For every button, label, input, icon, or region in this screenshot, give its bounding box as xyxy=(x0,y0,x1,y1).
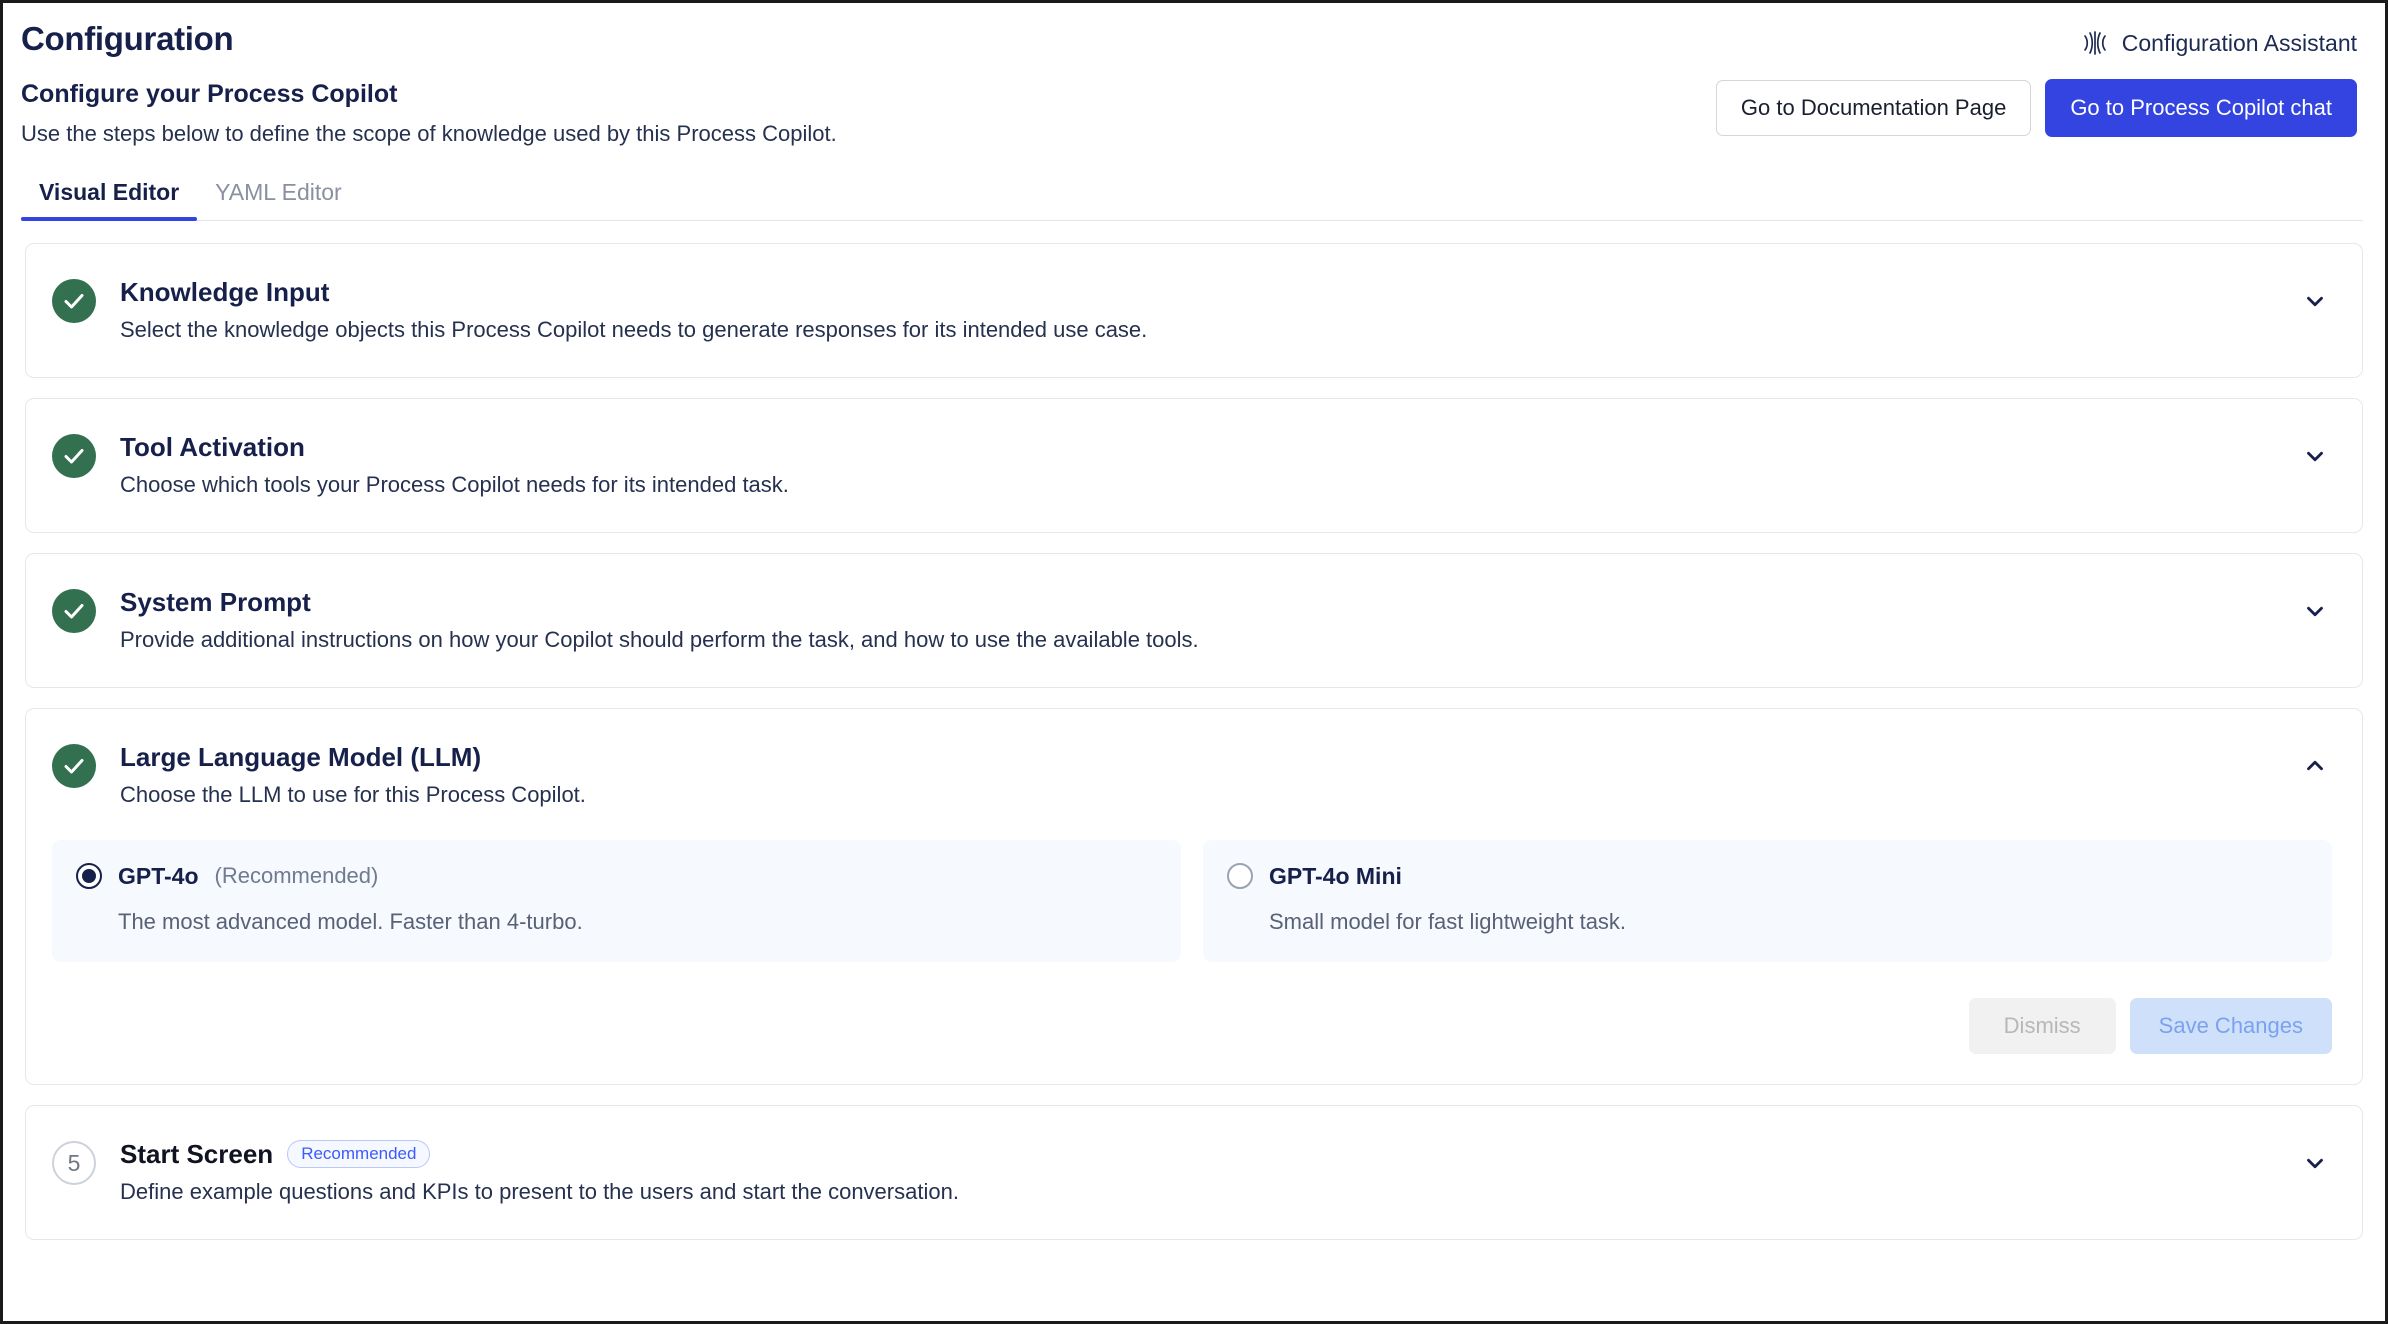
sub-header-title: Configure your Process Copilot xyxy=(21,80,398,108)
model-options: GPT-4o (Recommended) The most advanced m… xyxy=(52,840,2332,962)
radio-icon-gpt4o[interactable] xyxy=(76,863,102,889)
radio-icon-gpt4o-mini[interactable] xyxy=(1227,863,1253,889)
step-card-start-screen[interactable]: 5 Start Screen Recommended Define exampl… xyxy=(25,1105,2363,1240)
save-changes-button[interactable]: Save Changes xyxy=(2129,998,2332,1054)
step-header[interactable]: Knowledge Input Select the knowledge obj… xyxy=(26,244,2362,377)
tab-yaml-editor[interactable]: YAML Editor xyxy=(197,178,360,220)
step-text: Tool Activation Choose which tools your … xyxy=(120,431,2278,500)
step-description: Select the knowledge objects this Proces… xyxy=(120,317,1148,342)
step-description: Choose which tools your Process Copilot … xyxy=(120,472,789,497)
chevron-up-icon[interactable] xyxy=(2298,749,2332,783)
chevron-down-icon[interactable] xyxy=(2298,594,2332,628)
chevron-down-icon[interactable] xyxy=(2298,1146,2332,1180)
model-option-gpt4o-mini[interactable]: GPT-4o Mini Small model for fast lightwe… xyxy=(1203,840,2332,962)
editor-tabs: Visual Editor YAML Editor xyxy=(21,178,2363,221)
model-option-header: GPT-4o Mini xyxy=(1227,862,2308,890)
page-header: Configuration Configuration Assistant xyxy=(3,3,2385,61)
llm-panel-actions: Dismiss Save Changes xyxy=(52,998,2332,1054)
llm-panel: GPT-4o (Recommended) The most advanced m… xyxy=(26,840,2362,1084)
configuration-assistant-button[interactable]: Configuration Assistant xyxy=(2082,28,2357,58)
sub-header-description: Use the steps below to define the scope … xyxy=(21,121,837,146)
model-name: GPT-4o xyxy=(118,863,199,889)
waveform-icon xyxy=(2082,28,2108,58)
step-card-system-prompt[interactable]: System Prompt Provide additional instruc… xyxy=(25,553,2363,688)
configuration-steps: Knowledge Input Select the knowledge obj… xyxy=(25,243,2363,1240)
step-card-large-language-model[interactable]: Large Language Model (LLM) Choose the LL… xyxy=(25,708,2363,1085)
step-description: Choose the LLM to use for this Process C… xyxy=(120,782,586,807)
step-title: Start Screen xyxy=(120,1139,274,1169)
header-actions: Go to Documentation Page Go to Process C… xyxy=(1715,79,2357,137)
page-title: Configuration xyxy=(21,20,234,57)
step-header[interactable]: 5 Start Screen Recommended Define exampl… xyxy=(26,1106,2362,1239)
step-card-knowledge-input[interactable]: Knowledge Input Select the knowledge obj… xyxy=(25,243,2363,378)
go-to-copilot-chat-button[interactable]: Go to Process Copilot chat xyxy=(2045,79,2357,137)
step-header[interactable]: Tool Activation Choose which tools your … xyxy=(26,399,2362,532)
step-header[interactable]: System Prompt Provide additional instruc… xyxy=(26,554,2362,687)
step-title-row: Start Screen Recommended xyxy=(120,1138,2278,1170)
model-option-gpt4o[interactable]: GPT-4o (Recommended) The most advanced m… xyxy=(52,840,1181,962)
model-description: Small model for fast lightweight task. xyxy=(1269,909,1627,934)
dismiss-button[interactable]: Dismiss xyxy=(1968,998,2116,1054)
chevron-down-icon[interactable] xyxy=(2298,439,2332,473)
recommended-badge: Recommended xyxy=(287,1140,431,1168)
model-recommended-tag: (Recommended) xyxy=(214,863,379,888)
check-icon xyxy=(52,279,96,323)
check-icon xyxy=(52,589,96,633)
step-title: Large Language Model (LLM) xyxy=(120,742,482,772)
step-title: System Prompt xyxy=(120,587,311,617)
go-to-documentation-button[interactable]: Go to Documentation Page xyxy=(1715,80,2032,136)
chevron-down-icon[interactable] xyxy=(2298,284,2332,318)
step-text: System Prompt Provide additional instruc… xyxy=(120,586,2278,655)
step-text: Knowledge Input Select the knowledge obj… xyxy=(120,276,2278,345)
check-icon xyxy=(52,434,96,478)
step-text: Start Screen Recommended Define example … xyxy=(120,1138,2278,1207)
step-number-badge: 5 xyxy=(52,1141,96,1185)
step-description: Provide additional instructions on how y… xyxy=(120,627,1199,652)
tab-visual-editor[interactable]: Visual Editor xyxy=(21,178,198,221)
step-description: Define example questions and KPIs to pre… xyxy=(120,1179,959,1204)
step-title: Knowledge Input xyxy=(120,277,330,307)
step-card-tool-activation[interactable]: Tool Activation Choose which tools your … xyxy=(25,398,2363,533)
step-title: Tool Activation xyxy=(120,432,305,462)
step-header[interactable]: Large Language Model (LLM) Choose the LL… xyxy=(26,709,2362,840)
model-option-header: GPT-4o (Recommended) xyxy=(76,862,1157,890)
model-name: GPT-4o Mini xyxy=(1269,863,1402,889)
configuration-assistant-label: Configuration Assistant xyxy=(2121,30,2357,56)
sub-header: Configure your Process Copilot Use the s… xyxy=(3,61,2385,150)
configuration-page: Configuration Configuration Assistant Co… xyxy=(0,0,2388,1324)
step-text: Large Language Model (LLM) Choose the LL… xyxy=(120,741,2278,810)
check-icon xyxy=(52,744,96,788)
sub-header-text: Configure your Process Copilot Use the s… xyxy=(21,75,837,150)
model-description: The most advanced model. Faster than 4-t… xyxy=(118,909,583,934)
